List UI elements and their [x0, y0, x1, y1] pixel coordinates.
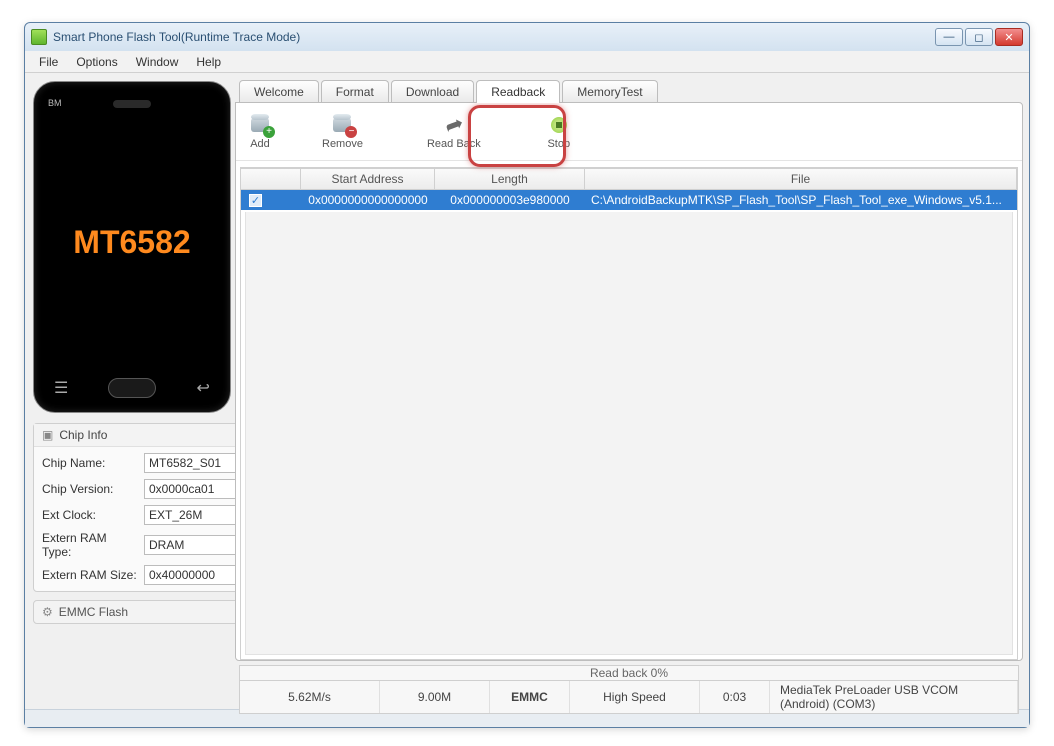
- titlebar[interactable]: Smart Phone Flash Tool(Runtime Trace Mod…: [25, 23, 1029, 51]
- grid-empty-area: [245, 212, 1013, 655]
- close-button[interactable]: ✕: [995, 28, 1023, 46]
- tab-download[interactable]: Download: [391, 80, 474, 103]
- home-button-icon: [108, 378, 156, 398]
- label-ext-clock: Ext Clock:: [42, 508, 138, 522]
- back-softkey-icon: ↩: [197, 378, 210, 398]
- phone-brand: BM: [48, 98, 62, 108]
- window-title: Smart Phone Flash Tool(Runtime Trace Mod…: [53, 30, 935, 44]
- menu-window[interactable]: Window: [128, 53, 187, 71]
- status-mode: High Speed: [570, 681, 700, 713]
- label-ram-size: Extern RAM Size:: [42, 568, 138, 582]
- progress-text: Read back 0%: [590, 666, 668, 680]
- menu-help[interactable]: Help: [188, 53, 229, 71]
- tab-readback[interactable]: Readback: [476, 80, 560, 103]
- readback-button[interactable]: ➦ Read Back: [411, 114, 497, 150]
- window-controls: — ◻ ✕: [935, 28, 1023, 46]
- stop-button[interactable]: Stop: [545, 114, 573, 150]
- progress-bar: Read back 0%: [239, 665, 1019, 681]
- remove-button[interactable]: − Remove: [322, 114, 363, 150]
- menubar: File Options Window Help: [25, 51, 1029, 73]
- left-pane: BM MT6582 ☰ ↩ ▣ Chip Info: [25, 73, 235, 709]
- client-area: BM MT6582 ☰ ↩ ▣ Chip Info: [25, 73, 1029, 709]
- database-add-icon: +: [251, 118, 269, 132]
- minimize-button[interactable]: —: [935, 28, 963, 46]
- menu-file[interactable]: File: [31, 53, 66, 71]
- row-checkbox[interactable]: ✓: [249, 194, 262, 207]
- chip-icon: ▣: [42, 428, 53, 442]
- status-total: 9.00M: [380, 681, 490, 713]
- status-storage: EMMC: [490, 681, 570, 713]
- col-file[interactable]: File: [585, 169, 1017, 189]
- menu-softkey-icon: ☰: [54, 378, 68, 398]
- readback-toolbar: + Add − Remove ➦ Read Back Stop: [236, 103, 1022, 161]
- label-chip-name: Chip Name:: [42, 456, 138, 470]
- label-ram-type: Extern RAM Type:: [42, 531, 138, 559]
- tabstrip: Welcome Format Download Readback MemoryT…: [235, 79, 1023, 102]
- tab-content: + Add − Remove ➦ Read Back Stop: [235, 102, 1023, 661]
- stop-icon: [551, 117, 567, 133]
- tab-format[interactable]: Format: [321, 80, 389, 103]
- phone-buttons: ☰ ↩: [34, 378, 230, 398]
- col-start[interactable]: Start Address: [301, 169, 435, 189]
- tab-welcome[interactable]: Welcome: [239, 80, 319, 103]
- cell-start: 0x0000000000000000: [301, 190, 435, 210]
- app-window: Smart Phone Flash Tool(Runtime Trace Mod…: [24, 22, 1030, 728]
- menu-options[interactable]: Options: [68, 53, 125, 71]
- database-remove-icon: −: [333, 118, 351, 132]
- gear-icon: ⚙: [42, 605, 53, 619]
- col-length[interactable]: Length: [435, 169, 585, 189]
- back-arrow-icon: ➦: [441, 109, 467, 140]
- readback-grid: Start Address Length File ✓ 0x0000000000…: [240, 167, 1018, 660]
- right-pane: Welcome Format Download Readback MemoryT…: [235, 73, 1029, 709]
- status-speed: 5.62M/s: [240, 681, 380, 713]
- label-chip-version: Chip Version:: [42, 482, 138, 496]
- status-time: 0:03: [700, 681, 770, 713]
- grid-header: Start Address Length File: [241, 168, 1017, 190]
- status-cells: 5.62M/s 9.00M EMMC High Speed 0:03 Media…: [239, 681, 1019, 714]
- phone-speaker: [113, 100, 151, 108]
- phone-screen: MT6582: [44, 122, 220, 362]
- maximize-button[interactable]: ◻: [965, 28, 993, 46]
- emmc-label: EMMC Flash: [59, 605, 128, 619]
- col-check[interactable]: [241, 169, 301, 189]
- status-device: MediaTek PreLoader USB VCOM (Android) (C…: [770, 681, 1018, 713]
- tab-memorytest[interactable]: MemoryTest: [562, 80, 657, 103]
- phone-chip-label: MT6582: [73, 224, 190, 261]
- add-button[interactable]: + Add: [246, 114, 274, 150]
- phone-preview: BM MT6582 ☰ ↩: [33, 81, 231, 413]
- table-row[interactable]: ✓ 0x0000000000000000 0x000000003e980000 …: [241, 190, 1017, 210]
- cell-length: 0x000000003e980000: [435, 190, 585, 210]
- status-area: Read back 0% 5.62M/s 9.00M EMMC High Spe…: [239, 665, 1019, 705]
- cell-file: C:\AndroidBackupMTK\SP_Flash_Tool\SP_Fla…: [585, 190, 1017, 210]
- app-icon: [31, 29, 47, 45]
